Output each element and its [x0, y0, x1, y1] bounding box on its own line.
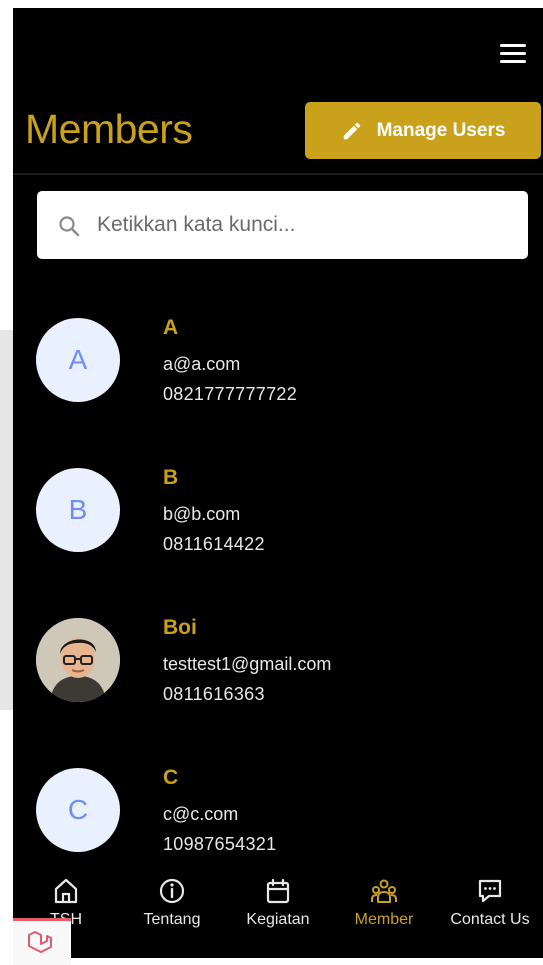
member-item[interactable]: C C c@c.com 10987654321: [13, 766, 543, 878]
home-icon: [54, 878, 78, 904]
nav-label: Tentang: [143, 911, 201, 928]
member-item[interactable]: Boi testtest1@gmail.com 0811616363: [13, 616, 543, 728]
info-icon: [159, 878, 185, 904]
avatar: C: [36, 768, 120, 852]
search-box: [37, 191, 528, 259]
edge-shade: [0, 330, 13, 710]
member-email: c@c.com: [163, 804, 239, 824]
framework-logo-icon: [28, 931, 52, 953]
search-icon: [59, 216, 80, 237]
left-edge-strip: [0, 0, 13, 965]
nav-label: Kegiatan: [246, 911, 310, 928]
nav-item-member[interactable]: Member: [331, 870, 437, 950]
hamburger-menu-icon[interactable]: [500, 42, 526, 68]
chat-icon: [478, 879, 502, 903]
search-input[interactable]: [97, 191, 517, 259]
manage-users-label: Manage Users: [376, 119, 506, 141]
nav-item-kegiatan[interactable]: Kegiatan: [225, 870, 331, 950]
manage-users-button[interactable]: Manage Users: [305, 102, 541, 159]
avatar-photo: [36, 618, 120, 702]
user-photo-icon: [36, 618, 120, 702]
member-email: b@b.com: [163, 504, 241, 524]
nav-item-contact-us[interactable]: Contact Us: [437, 870, 543, 950]
member-name: B: [163, 466, 179, 489]
page-title: Members: [25, 106, 193, 152]
avatar-initial: A: [68, 344, 88, 375]
avatar: B: [36, 468, 120, 552]
group-icon: [371, 879, 397, 903]
member-phone: 0811614422: [163, 534, 265, 554]
corner-badge[interactable]: [13, 918, 71, 965]
member-name: C: [163, 766, 179, 789]
member-phone: 0811616363: [163, 684, 265, 704]
member-email: testtest1@gmail.com: [163, 654, 332, 674]
member-name: Boi: [163, 616, 197, 639]
avatar: A: [36, 318, 120, 402]
member-email: a@a.com: [163, 354, 241, 374]
member-phone: 0821777777722: [163, 384, 298, 404]
header-divider: [13, 173, 543, 175]
member-item[interactable]: B B b@b.com 0811614422: [13, 466, 543, 578]
member-item[interactable]: A A a@a.com 0821777777722: [13, 316, 543, 428]
nav-item-tentang[interactable]: Tentang: [119, 870, 225, 950]
nav-label: Contact Us: [450, 911, 530, 928]
calendar-icon: [266, 878, 290, 904]
pencil-icon: [343, 122, 360, 139]
member-phone: 10987654321: [163, 834, 277, 854]
member-name: A: [163, 316, 179, 339]
nav-label: Member: [354, 911, 414, 928]
avatar-initial: B: [68, 494, 88, 525]
bottom-navigation: TSH Tentang Kegiatan: [13, 870, 543, 950]
avatar-initial: C: [67, 794, 89, 825]
app-screen: Members Manage Users A A a@a.com 0821777…: [13, 8, 543, 958]
